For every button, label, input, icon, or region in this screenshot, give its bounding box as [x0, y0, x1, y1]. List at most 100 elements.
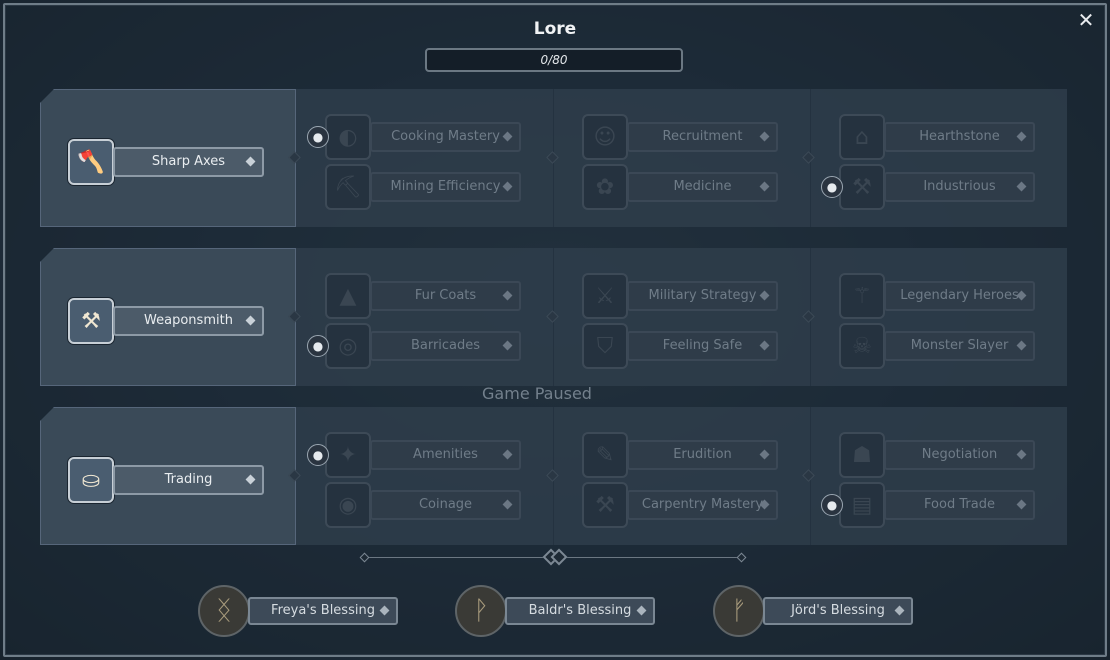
- diamond-marker-icon: [379, 605, 390, 616]
- blessing-label: Freya's Blessing: [271, 603, 375, 618]
- skill-label: Coinage: [418, 497, 473, 512]
- barricade-icon[interactable]: ◎: [325, 323, 371, 369]
- skill-label-bar[interactable]: Medicine: [627, 172, 778, 202]
- hammer-icon[interactable]: ⚒: [582, 482, 628, 528]
- skill-label: Carpentry Mastery: [641, 497, 764, 512]
- skill-label: Sharp Axes: [151, 154, 226, 169]
- skill-label: Weaponsmith: [144, 313, 233, 328]
- skill-label: Fur Coats: [414, 288, 477, 303]
- lock-icon: ●: [821, 494, 843, 516]
- skill-label: Amenities: [413, 447, 478, 462]
- skill-label-bar[interactable]: Recruitment: [627, 122, 778, 152]
- diamond-marker-icon: [894, 605, 905, 616]
- crossed-swords-icon[interactable]: ⚔: [582, 273, 628, 319]
- industrious-icon[interactable]: ⚒: [839, 164, 885, 210]
- recruit-face-icon[interactable]: ☺: [582, 114, 628, 160]
- skill-label-bar[interactable]: Monster Slayer: [884, 331, 1035, 361]
- blessing-label-bar[interactable]: Baldr's Blessing: [505, 597, 655, 625]
- amenities-icon[interactable]: ✦: [325, 432, 371, 478]
- skill-label: Industrious: [923, 179, 996, 194]
- skill-label: Mining Efficiency: [390, 179, 501, 194]
- skill-label: Medicine: [673, 179, 732, 194]
- progress-text: 0/80: [540, 53, 568, 67]
- diamond-marker-icon: [245, 474, 256, 485]
- skill-label-bar[interactable]: Mining Efficiency: [370, 172, 521, 202]
- herb-leaf-icon[interactable]: ✿: [582, 164, 628, 210]
- game-paused-label: Game Paused: [482, 384, 592, 403]
- diamond-marker-icon: [1016, 499, 1027, 510]
- skill-label: Military Strategy: [648, 288, 757, 303]
- diamond-marker-icon: [502, 131, 513, 142]
- scroll-icon[interactable]: ✎: [582, 432, 628, 478]
- skill-label: Food Trade: [924, 497, 995, 512]
- skill-label-bar[interactable]: Military Strategy: [627, 281, 778, 311]
- baldr-rune-icon[interactable]: ᚹ: [455, 585, 507, 637]
- shield-icon[interactable]: ⛉: [582, 323, 628, 369]
- skill-label: Cooking Mastery: [391, 129, 500, 144]
- diamond-marker-icon: [245, 315, 256, 326]
- diamond-marker-icon: [759, 181, 770, 192]
- diamond-marker-icon: [502, 181, 513, 192]
- hearthstone-icon[interactable]: ⌂: [839, 114, 885, 160]
- battle-axe-icon[interactable]: ⚚: [839, 273, 885, 319]
- skill-row: 🪓 Sharp Axes ◐ Cooking Mastery ● ⛏ Mining Effi…: [40, 89, 1067, 227]
- diamond-marker-icon: [759, 131, 770, 142]
- coins-icon[interactable]: ⛀: [68, 457, 114, 503]
- diamond-marker-icon: [245, 156, 256, 167]
- skill-label-bar[interactable]: Food Trade: [884, 490, 1035, 520]
- lock-icon: ●: [307, 444, 329, 466]
- pickaxe-icon[interactable]: ⛏: [325, 164, 371, 210]
- blessing-label-bar[interactable]: Freya's Blessing: [248, 597, 398, 625]
- diamond-marker-icon: [1016, 131, 1027, 142]
- skill-label-bar[interactable]: Feeling Safe: [627, 331, 778, 361]
- diamond-marker-icon: [502, 340, 513, 351]
- skill-label-bar[interactable]: Weaponsmith: [113, 306, 264, 336]
- skill-label: Hearthstone: [919, 129, 1000, 144]
- handshake-icon[interactable]: ☗: [839, 432, 885, 478]
- coin-icon[interactable]: ◉: [325, 482, 371, 528]
- diamond-marker-icon: [759, 449, 770, 460]
- diamond-marker-icon: [759, 290, 770, 301]
- skill-label-bar[interactable]: Sharp Axes: [113, 147, 264, 177]
- skill-row: ⛀ Trading ✦ Amenities ● ◉ Coinage ✎ Erudition ⚒ Ca…: [40, 407, 1067, 545]
- skill-label: Monster Slayer: [910, 338, 1009, 353]
- skill-label: Erudition: [673, 447, 732, 462]
- skill-label-bar[interactable]: Trading: [113, 465, 264, 495]
- fur-coat-icon[interactable]: ▲: [325, 273, 371, 319]
- skill-tree-panel: [296, 89, 1067, 227]
- skill-label-bar[interactable]: Amenities: [370, 440, 521, 470]
- skill-label: Barricades: [410, 338, 481, 353]
- skill-label-bar[interactable]: Carpentry Mastery: [627, 490, 778, 520]
- skill-label: Feeling Safe: [662, 338, 743, 353]
- skill-tree-panel: [296, 407, 1067, 545]
- diamond-marker-icon: [1016, 449, 1027, 460]
- skill-label-bar[interactable]: Negotiation: [884, 440, 1035, 470]
- sharp-axes-icon[interactable]: 🪓: [68, 139, 114, 185]
- monster-icon[interactable]: ☠: [839, 323, 885, 369]
- skill-row: ⚒ Weaponsmith ▲ Fur Coats ◎ Barricades ● ⚔ Milit…: [40, 248, 1067, 386]
- skill-label: Recruitment: [662, 129, 743, 144]
- skill-label: Legendary Heroes: [900, 288, 1019, 303]
- food-cart-icon[interactable]: ▤: [839, 482, 885, 528]
- anvil-icon[interactable]: ⚒: [68, 298, 114, 344]
- blessing-label-bar[interactable]: Jörd's Blessing: [763, 597, 913, 625]
- skill-label-bar[interactable]: Coinage: [370, 490, 521, 520]
- skill-label-bar[interactable]: Cooking Mastery: [370, 122, 521, 152]
- skill-label-bar[interactable]: Industrious: [884, 172, 1035, 202]
- panel-title: Lore: [533, 19, 577, 39]
- diamond-marker-icon: [1016, 181, 1027, 192]
- diamond-marker-icon: [502, 499, 513, 510]
- skill-label: Negotiation: [921, 447, 998, 462]
- skill-label-bar[interactable]: Legendary Heroes: [884, 281, 1035, 311]
- skill-label-bar[interactable]: Fur Coats: [370, 281, 521, 311]
- lore-progress-bar: 0/80: [425, 48, 683, 72]
- skill-tree-panel: [296, 248, 1067, 386]
- skill-label-bar[interactable]: Erudition: [627, 440, 778, 470]
- freya-rune-icon[interactable]: ᛝ: [198, 585, 250, 637]
- skill-label: Trading: [164, 472, 213, 487]
- skill-label-bar[interactable]: Hearthstone: [884, 122, 1035, 152]
- diamond-marker-icon: [636, 605, 647, 616]
- skill-label-bar[interactable]: Barricades: [370, 331, 521, 361]
- cooking-pot-icon[interactable]: ◐: [325, 114, 371, 160]
- jord-rune-icon[interactable]: ᚠ: [713, 585, 765, 637]
